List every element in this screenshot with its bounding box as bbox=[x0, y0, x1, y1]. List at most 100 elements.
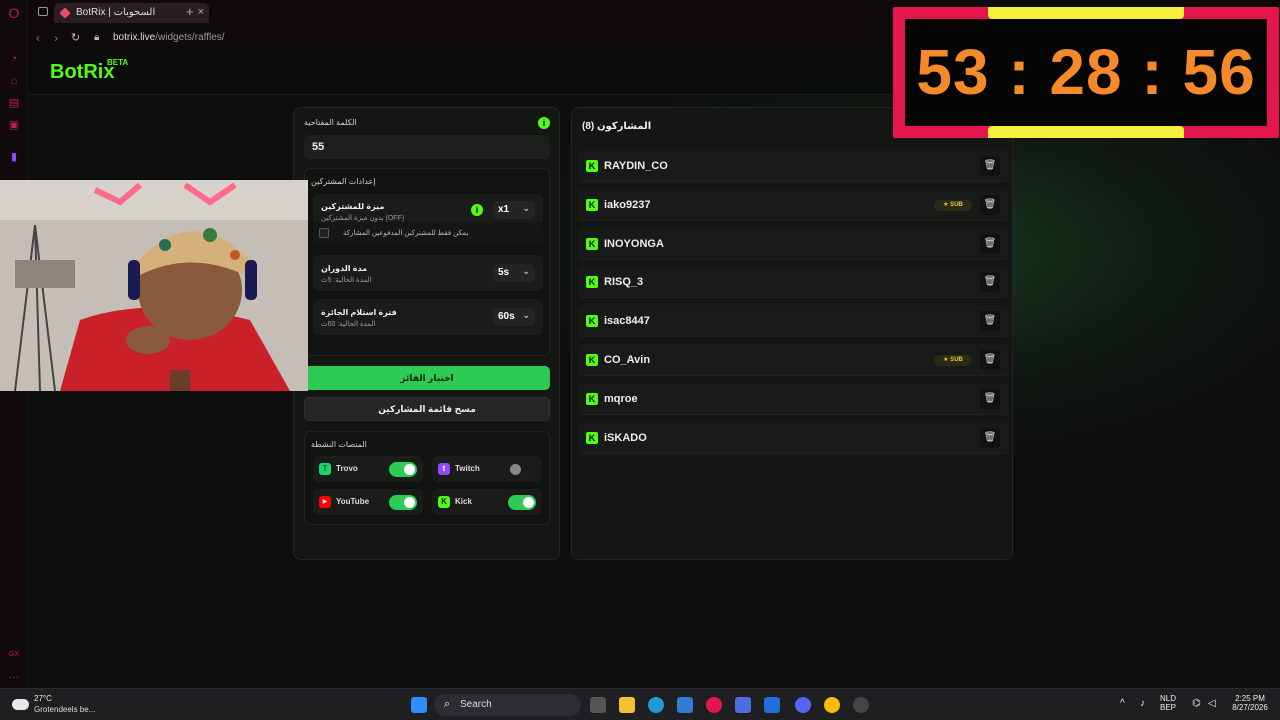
participant-name: INOYONGA bbox=[604, 237, 664, 250]
taskbar-search[interactable]: ⌕ Search bbox=[434, 694, 581, 716]
platform-twitch: t Twitch bbox=[432, 456, 542, 482]
botrix-logo[interactable]: BotRix bbox=[50, 61, 114, 84]
timer-bottom-bar bbox=[988, 126, 1184, 138]
search-label: Search bbox=[460, 699, 492, 710]
subscriber-settings-title: إعدادات المشتركين bbox=[311, 177, 376, 186]
delete-participant-icon[interactable]: 🗑︎ bbox=[980, 350, 1000, 370]
paid-subscribers-checkbox[interactable] bbox=[319, 228, 329, 238]
participant-name: isac8447 bbox=[604, 315, 650, 328]
discord-icon[interactable] bbox=[795, 697, 811, 713]
lang-top: NLD bbox=[1160, 694, 1177, 703]
kick-icon: K bbox=[586, 315, 598, 328]
tab-workspaces-icon[interactable] bbox=[38, 7, 48, 16]
obs-icon[interactable] bbox=[853, 697, 869, 713]
trovo-toggle[interactable] bbox=[389, 462, 417, 477]
sidebar-more-icon[interactable]: … bbox=[7, 668, 21, 682]
sidebar-music-icon[interactable]: ▣ bbox=[7, 118, 21, 132]
opera-logo-icon[interactable]: O bbox=[7, 6, 21, 20]
opera-gx-icon[interactable] bbox=[706, 697, 722, 713]
participant-row: Kisac8447 🗑︎ bbox=[578, 305, 1008, 338]
kick-toggle[interactable] bbox=[508, 495, 536, 510]
platform-kick: K Kick bbox=[432, 489, 542, 515]
webcam-image bbox=[0, 180, 308, 391]
delete-participant-icon[interactable]: 🗑︎ bbox=[980, 156, 1000, 176]
youtube-toggle[interactable] bbox=[389, 495, 417, 510]
subscriber-bonus-info-icon[interactable]: i bbox=[471, 204, 483, 216]
sidebar-messenger-icon[interactable]: ▤ bbox=[7, 96, 21, 110]
twitch-toggle[interactable] bbox=[508, 462, 536, 477]
spin-duration-select[interactable]: 5s ⌄ bbox=[493, 264, 535, 282]
clock-time: 2:25 PM bbox=[1235, 694, 1265, 703]
tab-close-icon[interactable]: × bbox=[198, 6, 204, 18]
keyword-input[interactable]: 55 bbox=[304, 135, 550, 159]
sidebar-bag-icon[interactable]: ⌂ bbox=[7, 74, 21, 88]
tray-chevron-icon[interactable]: ^ bbox=[1120, 698, 1125, 709]
platforms-title: المنصات النشطة bbox=[311, 440, 367, 449]
twitch-icon: t bbox=[438, 463, 450, 475]
mic-icon[interactable]: ♪ bbox=[1140, 698, 1145, 709]
forward-icon[interactable]: › bbox=[54, 31, 58, 45]
app-icon[interactable] bbox=[735, 697, 751, 713]
delete-participant-icon[interactable]: 🗑︎ bbox=[980, 427, 1000, 448]
weather-condition: Grotendeels be... bbox=[34, 705, 96, 714]
tab-title: BotRix | السحوبات bbox=[76, 7, 156, 18]
trovo-icon: T bbox=[319, 463, 331, 475]
participant-row: Kiako9237 ★ SUB 🗑︎ bbox=[578, 188, 1008, 221]
timer-inner: 53 : 28 : 56 bbox=[905, 19, 1267, 126]
delete-participant-icon[interactable]: 🗑︎ bbox=[980, 311, 1000, 332]
participants-card: المشاركون (8) K RAYDIN_CO 🗑︎ Kiako9237 ★ SUB… bbox=[571, 107, 1013, 560]
edge-icon[interactable] bbox=[648, 697, 664, 713]
botrix-favicon-icon bbox=[59, 7, 71, 19]
language-indicator[interactable]: NLD BEP bbox=[1160, 694, 1176, 712]
delete-participant-icon[interactable]: 🗑︎ bbox=[980, 194, 1000, 215]
store-icon[interactable] bbox=[677, 697, 693, 713]
clear-participants-button[interactable]: مسح قائمة المشاركين bbox=[304, 397, 550, 421]
volume-icon[interactable]: ◁ bbox=[1208, 698, 1216, 709]
spin-duration-title: مدة الدوران bbox=[321, 264, 368, 273]
app-grid-icon[interactable] bbox=[764, 697, 780, 713]
delete-participant-icon[interactable]: 🗑︎ bbox=[980, 388, 1000, 409]
platform-name: Kick bbox=[455, 497, 472, 506]
claim-period-title: فترة استلام الجائزة bbox=[321, 308, 397, 317]
kick-icon: K bbox=[586, 160, 598, 172]
kick-icon: K bbox=[438, 496, 450, 508]
taskbar: 27°C Grotendeels be... ⌕ Search ^ ♪ NLD … bbox=[0, 688, 1280, 720]
reload-icon[interactable]: ↻ bbox=[71, 31, 80, 44]
back-icon[interactable]: ‹ bbox=[36, 31, 40, 45]
new-tab-icon[interactable]: + bbox=[186, 4, 194, 19]
keyword-info-icon[interactable]: i bbox=[538, 117, 550, 129]
participant-row: K RAYDIN_CO 🗑︎ bbox=[578, 150, 1008, 182]
participant-row: Kmqroe 🗑︎ bbox=[578, 382, 1008, 415]
sidebar-twitch-icon[interactable]: ▮ bbox=[7, 150, 21, 164]
network-icon[interactable]: ⌬ bbox=[1192, 698, 1201, 709]
chevron-down-icon: ⌄ bbox=[522, 203, 530, 213]
pick-winner-button[interactable]: اختيار الفائز bbox=[304, 366, 550, 390]
claim-period-select[interactable]: 60s ⌄ bbox=[493, 308, 535, 326]
participant-name: iako9237 bbox=[604, 198, 651, 211]
delete-participant-icon[interactable]: 🗑︎ bbox=[980, 233, 1000, 254]
subscriber-bonus-value: x1 bbox=[498, 204, 510, 215]
url-field[interactable]: botrix.live/widgets/raffles/ bbox=[113, 32, 225, 43]
participant-name: RISQ_3 bbox=[604, 276, 644, 289]
paid-subscribers-only-row[interactable]: يمكن فقط للمشتركين المدفوعين المشاركة bbox=[313, 222, 543, 244]
subscriber-bonus-sub: بدون ميزة المشتركين (OFF) bbox=[321, 215, 405, 222]
platform-trovo: T Trovo bbox=[313, 456, 423, 482]
delete-participant-icon[interactable]: 🗑︎ bbox=[980, 272, 1000, 293]
participant-name: iSKADO bbox=[604, 431, 647, 444]
participant-row: KiSKADO 🗑︎ bbox=[578, 421, 1008, 454]
participant-name: CO_Avin bbox=[604, 354, 651, 366]
webcam-overlay bbox=[0, 180, 308, 391]
subscriber-bonus-select[interactable]: x1 ⌄ bbox=[493, 201, 535, 219]
sidebar-aria-icon[interactable]: ◔ bbox=[7, 52, 21, 66]
chrome-icon[interactable] bbox=[824, 697, 840, 713]
sidebar-gx-icon[interactable]: GX bbox=[7, 648, 21, 662]
start-icon[interactable] bbox=[411, 697, 427, 713]
clock[interactable]: 2:25 PM 8/27/2026 bbox=[1224, 694, 1276, 712]
file-explorer-icon[interactable] bbox=[619, 697, 635, 713]
lock-icon: 🔒︎ bbox=[94, 32, 100, 43]
lang-bottom: BEP bbox=[1160, 703, 1177, 712]
task-view-icon[interactable] bbox=[590, 697, 606, 713]
participant-row: K RISQ_3 🗑︎ bbox=[578, 266, 1008, 299]
subscriber-bonus-title: ميزة للمشتركين bbox=[321, 202, 385, 211]
claim-period-sub: المدة الحالية: 60ث bbox=[321, 321, 376, 328]
